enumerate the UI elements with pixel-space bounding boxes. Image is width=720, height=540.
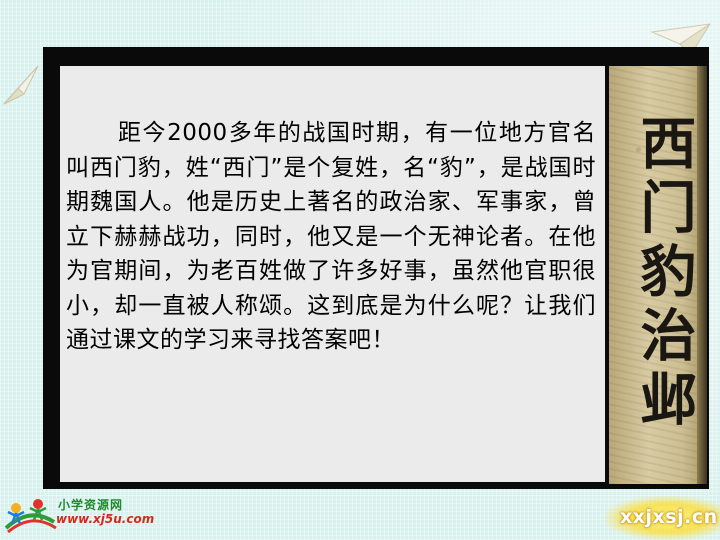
intro-passage: 距今2000多年的战国时期，有一位地方官名叫西门豹，姓“西门”是个复姓，名“豹”…: [66, 120, 596, 353]
cover-title: 西门豹治邺: [631, 114, 697, 434]
book-cover-image: 西门豹治邺: [609, 66, 707, 484]
watermark-text: xxjxsj.cn: [620, 506, 718, 528]
paper-plane-icon: [3, 65, 39, 105]
logo-site-name: 小学资源网: [58, 498, 124, 512]
slide: 距今2000多年的战国时期，有一位地方官名叫西门豹，姓“西门”是个复姓，名“豹”…: [0, 0, 720, 540]
logo-site-url[interactable]: www.xj5u.com: [56, 512, 154, 526]
children-logo-icon: [4, 499, 57, 534]
